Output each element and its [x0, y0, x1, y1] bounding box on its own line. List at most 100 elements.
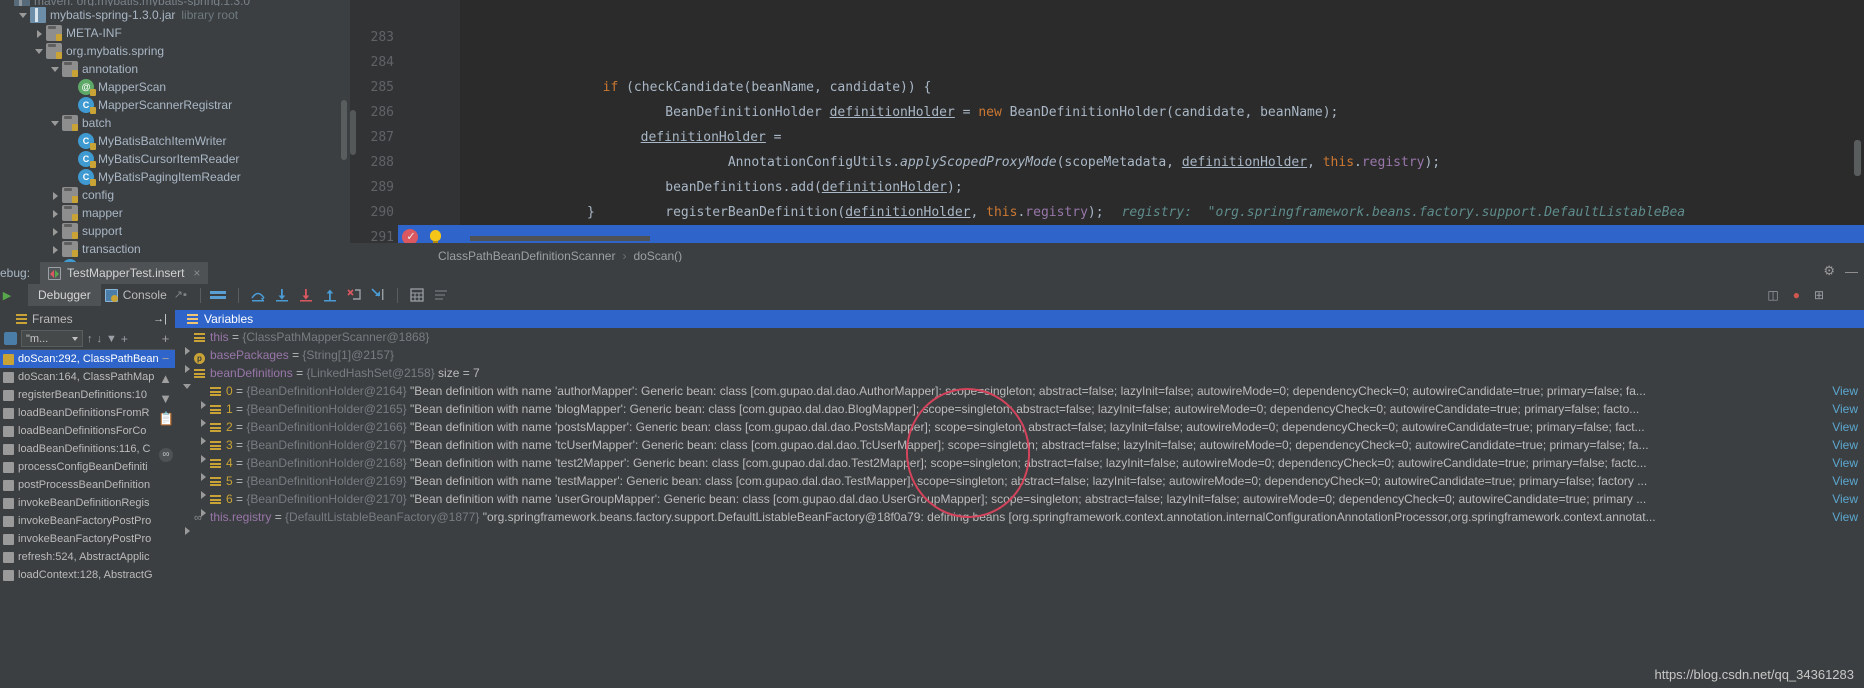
mute-breakpoints-icon[interactable]: ◫ [1767, 288, 1778, 302]
code-editor[interactable]: 283 if (checkCandidate(beanName, candida… [350, 0, 1864, 268]
variable-row[interactable]: 6 = {BeanDefinitionHolder@2170} "Bean de… [175, 490, 1864, 517]
variables-panel-header[interactable]: Variables [175, 310, 1864, 328]
frame-row[interactable]: registerBeanDefinitions:10 [0, 386, 175, 404]
chevron-right-icon[interactable] [34, 24, 46, 42]
frame-row[interactable]: postProcessBeanDefinition [0, 476, 175, 494]
variable-row[interactable]: ∞ this.registry = {DefaultListableBeanFac… [175, 508, 1864, 535]
intention-bulb-icon[interactable] [430, 230, 441, 244]
variable-row[interactable]: 2 = {BeanDefinitionHolder@2166} "Bean de… [175, 418, 1864, 445]
variables-panel[interactable]: this = {ClassPathMapperScanner@1868} p bas… [175, 328, 1864, 688]
move-down-icon[interactable]: ▼ [158, 390, 173, 408]
frame-row[interactable]: doScan:292, ClassPathBean [0, 350, 175, 368]
chevron-down-icon[interactable] [34, 42, 46, 60]
restore-layout-icon[interactable]: ⊞ [1814, 288, 1824, 302]
step-into-icon[interactable] [273, 286, 291, 304]
frames-panel-header[interactable]: Frames →| [0, 310, 175, 328]
tree-item-mybatis-spring-1-3-0-jar[interactable]: mybatis-spring-1.3.0.jar library root [0, 6, 350, 24]
view-link[interactable]: View [1832, 472, 1858, 490]
variable-row[interactable]: 0 = {BeanDefinitionHolder@2164} "Bean de… [175, 382, 1864, 409]
tree-item-config[interactable]: config [0, 186, 350, 204]
frame-row[interactable]: invokeBeanFactoryPostPro [0, 512, 175, 530]
down-icon[interactable]: ↓ [97, 333, 103, 345]
tree-item-batch[interactable]: batch [0, 114, 350, 132]
view-link[interactable]: View [1832, 400, 1858, 418]
tree-item-mybatisbatchitemwriter[interactable]: C MyBatisBatchItemWriter [0, 132, 350, 150]
thread-combo[interactable]: "m... [21, 330, 83, 347]
tab-debugger[interactable]: Debugger [28, 284, 101, 306]
variable-row[interactable]: 5 = {BeanDefinitionHolder@2169} "Bean de… [175, 472, 1864, 499]
chevron-right-icon[interactable] [50, 222, 62, 240]
run-to-cursor-icon[interactable] [369, 286, 387, 304]
view-breakpoints-icon[interactable]: ● [1793, 288, 1800, 302]
minimize-icon[interactable]: — [1845, 264, 1858, 279]
tree-item-transaction[interactable]: transaction [0, 240, 350, 258]
view-link[interactable]: View [1832, 508, 1858, 526]
filter-icon[interactable]: ▼ [106, 333, 117, 345]
pin-arrow-icon[interactable]: ↗▪ [174, 284, 187, 306]
frame-row[interactable]: processConfigBeanDefiniti [0, 458, 175, 476]
tree-item-mapperscannerregistrar[interactable]: C MapperScannerRegistrar [0, 96, 350, 114]
tree-item-mapperscan[interactable]: @ MapperScan [0, 78, 350, 96]
tree-item-meta-inf[interactable]: META-INF [0, 24, 350, 42]
frames-panel[interactable]: "m... ↑ ↓ ▼ + doScan:292, ClassPathBean d… [0, 328, 175, 688]
step-over-icon[interactable] [249, 286, 267, 304]
collapse-arrow-icon[interactable]: →| [153, 313, 167, 325]
view-link[interactable]: View [1832, 382, 1858, 400]
copy-icon[interactable]: 📋 [158, 410, 174, 428]
tree-item-mybatispagingitemreader[interactable]: C MyBatisPagingItemReader [0, 168, 350, 186]
tree-item-mapper[interactable]: mapper [0, 204, 350, 222]
tree-row-partial[interactable]: maven: org.mybatis:mybatis-spring:1.3.0 [0, 0, 350, 6]
view-link[interactable]: View [1832, 490, 1858, 508]
run-configuration-tab[interactable]: TestMapperTest.insert × [40, 262, 209, 284]
force-step-into-icon[interactable] [297, 286, 315, 304]
editor-vertical-scrollbar[interactable] [1854, 140, 1861, 176]
variable-row[interactable]: beanDefinitions = {LinkedHashSet@2158} s… [175, 364, 1864, 389]
add-watch-icon[interactable]: + [158, 330, 173, 348]
evaluate-expression-icon[interactable] [408, 286, 426, 304]
breadcrumb-method[interactable]: doScan() [633, 249, 682, 263]
gear-icon[interactable]: ⚙ [1823, 263, 1835, 279]
tree-item-annotation[interactable]: annotation [0, 60, 350, 78]
frame-row[interactable]: loadBeanDefinitions:116, C [0, 440, 175, 458]
variable-row[interactable]: p basePackages = {String[1]@2157} [175, 346, 1864, 373]
frame-row[interactable]: loadContext:128, AbstractG [0, 566, 175, 584]
frame-row[interactable]: invokeBeanFactoryPostPro [0, 530, 175, 548]
tree-scrollbar[interactable] [341, 100, 347, 160]
frame-row[interactable]: loadBeanDefinitionsForCo [0, 422, 175, 440]
frame-row[interactable]: loadBeanDefinitionsFromR [0, 404, 175, 422]
drop-frame-icon[interactable] [345, 286, 363, 304]
remove-watch-icon[interactable]: − [158, 350, 173, 368]
view-link[interactable]: View [1832, 454, 1858, 472]
variable-row[interactable]: this = {ClassPathMapperScanner@1868} [175, 328, 1864, 355]
frame-row[interactable]: doScan:164, ClassPathMap [0, 368, 175, 386]
up-icon[interactable]: ↑ [87, 333, 93, 345]
breadcrumb-class[interactable]: ClassPathBeanDefinitionScanner [438, 249, 615, 263]
chevron-down-icon[interactable] [18, 6, 30, 24]
tab-console[interactable]: Console ↗▪ [101, 284, 193, 306]
settings-icon[interactable] [432, 286, 450, 304]
tree-item-org-mybatis-spring[interactable]: org.mybatis.spring [0, 42, 350, 60]
chevron-right-icon[interactable] [50, 204, 62, 222]
frame-row[interactable]: refresh:524, AbstractApplic [0, 548, 175, 566]
thread-selector-row[interactable]: "m... ↑ ↓ ▼ + [0, 328, 175, 350]
variable-row[interactable]: 3 = {BeanDefinitionHolder@2167} "Bean de… [175, 436, 1864, 463]
tree-item-mybatiscursoritemreader[interactable]: C MyBatisCursorItemReader [0, 150, 350, 168]
tree-item-support[interactable]: support [0, 222, 350, 240]
layout-settings-icon[interactable] [209, 286, 228, 304]
move-up-icon[interactable]: ▲ [158, 370, 173, 388]
view-link[interactable]: View [1832, 418, 1858, 436]
frame-row[interactable]: invokeBeanDefinitionRegis [0, 494, 175, 512]
variable-row[interactable]: 1 = {BeanDefinitionHolder@2165} "Bean de… [175, 400, 1864, 427]
chevron-right-icon[interactable] [50, 240, 62, 258]
view-link[interactable]: View [1832, 436, 1858, 454]
close-icon[interactable]: × [193, 266, 200, 280]
step-out-icon[interactable] [321, 286, 339, 304]
resume-program-icon[interactable]: ▶ [0, 289, 14, 302]
link-icon[interactable]: ∞ [159, 448, 173, 462]
add-icon[interactable]: + [121, 332, 128, 346]
tree-twisty[interactable] [2, 0, 14, 6]
chevron-right-icon[interactable] [50, 186, 62, 204]
chevron-down-icon[interactable] [50, 114, 62, 132]
project-tree-panel[interactable]: maven: org.mybatis:mybatis-spring:1.3.0 … [0, 0, 350, 268]
variable-row[interactable]: 4 = {BeanDefinitionHolder@2168} "Bean de… [175, 454, 1864, 481]
